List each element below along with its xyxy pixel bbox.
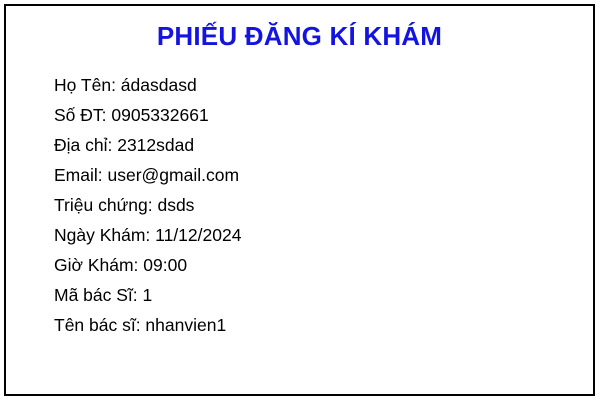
- field-exam-date: Ngày Khám: 11/12/2024: [54, 225, 242, 245]
- field-phone: Số ĐT: 0905332661: [54, 105, 209, 125]
- field-doctor-id: Mã bác Sĩ: 1: [54, 285, 153, 305]
- field-doctor-name: Tên bác sĩ: nhanvien1: [54, 315, 227, 335]
- field-full-name: Họ Tên: ádasdasd: [54, 75, 197, 95]
- field-symptoms: Triệu chứng: dsds: [54, 195, 195, 215]
- form-title: PHIẾU ĐĂNG KÍ KHÁM: [156, 21, 443, 51]
- field-exam-time: Giờ Khám: 09:00: [54, 255, 188, 275]
- field-address: Địa chỉ: 2312sdad: [54, 135, 195, 155]
- field-list: Họ Tên: ádasdasd Số ĐT: 0905332661 Địa c…: [54, 70, 241, 340]
- field-email: Email: user@gmail.com: [54, 165, 240, 185]
- registration-card: PHIẾU ĐĂNG KÍ KHÁM Họ Tên: ádasdasd Số Đ…: [4, 4, 595, 396]
